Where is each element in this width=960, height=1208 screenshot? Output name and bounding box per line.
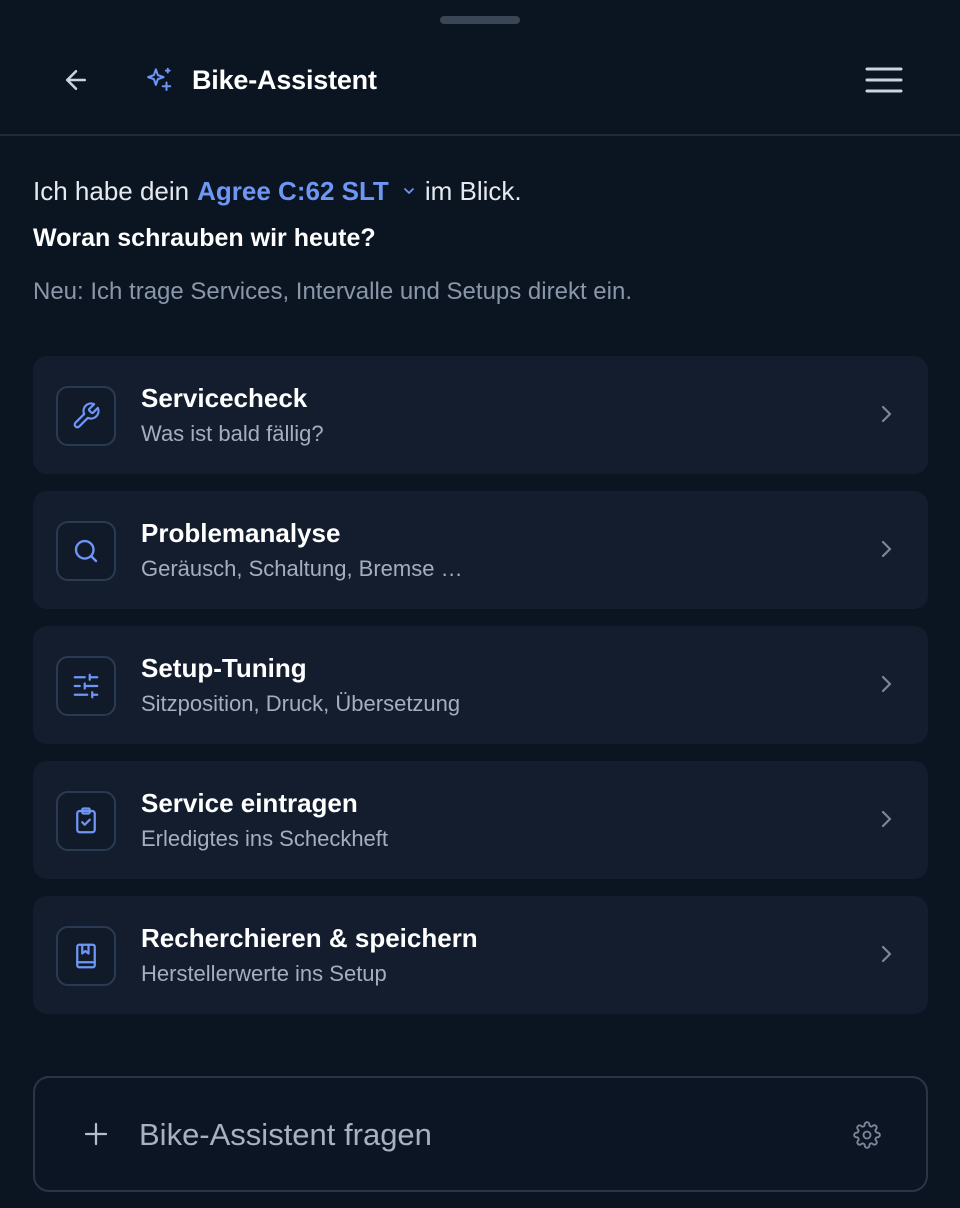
- bookmark-book-icon: [56, 926, 116, 986]
- hamburger-menu-icon: [865, 67, 903, 93]
- chevron-right-icon: [874, 402, 898, 426]
- action-card-problemanalyse[interactable]: Problemanalyse Geräusch, Schaltung, Brem…: [33, 491, 928, 609]
- chevron-right-icon: [874, 942, 898, 966]
- wrench-icon: [56, 386, 116, 446]
- chevron-down-icon: [401, 183, 417, 199]
- card-title: Setup-Tuning: [141, 653, 307, 683]
- page-title: Bike-Assistent: [192, 64, 377, 95]
- card-subtitle: Was ist bald fällig?: [141, 421, 324, 446]
- gear-icon[interactable]: [853, 1121, 881, 1149]
- bike-name: Agree C:62 SLT: [197, 175, 389, 206]
- action-card-list: Servicecheck Was ist bald fällig? Proble…: [33, 356, 928, 1031]
- chat-composer: [33, 1076, 928, 1192]
- sliders-icon: [56, 656, 116, 716]
- chevron-right-icon: [874, 807, 898, 831]
- card-title: Servicecheck: [141, 383, 308, 413]
- arrow-left-icon: [66, 70, 86, 90]
- assistant-sheet: Bike-Assistent Ich habe dein Agree C:62 …: [0, 0, 960, 1208]
- card-title: Problemanalyse: [141, 518, 341, 548]
- prompt-input[interactable]: [139, 1108, 819, 1162]
- intro-suffix: im Blick.: [424, 175, 522, 206]
- intro-line: Ich habe dein Agree C:62 SLT im Blick.: [33, 170, 933, 212]
- card-subtitle: Erledigtes ins Scheckheft: [141, 826, 389, 851]
- intro-hint: Neu: Ich trage Services, Intervalle und …: [33, 278, 632, 305]
- card-title: Service eintragen: [141, 788, 358, 818]
- chevron-right-icon: [874, 537, 898, 561]
- chevron-right-icon: [874, 672, 898, 696]
- action-card-servicecheck[interactable]: Servicecheck Was ist bald fällig?: [33, 356, 928, 474]
- plus-icon[interactable]: [81, 1119, 111, 1149]
- action-card-service-eintragen[interactable]: Service eintragen Erledigtes ins Scheckh…: [33, 761, 928, 879]
- action-card-recherchieren[interactable]: Recherchieren & speichern Herstellerwert…: [33, 896, 928, 1014]
- action-card-setup-tuning[interactable]: Setup-Tuning Sitzposition, Druck, Überse…: [33, 626, 928, 744]
- sparkles-icon: [144, 65, 174, 95]
- intro-question: Woran schrauben wir heute?: [33, 224, 376, 252]
- header-title-group: Bike-Assistent: [144, 60, 377, 100]
- bike-selector[interactable]: Agree C:62 SLT: [197, 176, 417, 207]
- card-subtitle: Herstellerwerte ins Setup: [141, 961, 387, 986]
- intro-section: Ich habe dein Agree C:62 SLT im Blick. W…: [33, 170, 933, 312]
- menu-button[interactable]: [860, 56, 908, 104]
- card-subtitle: Sitzposition, Druck, Übersetzung: [141, 691, 461, 716]
- card-title: Recherchieren & speichern: [141, 923, 478, 953]
- search-icon: [56, 521, 116, 581]
- back-button[interactable]: [52, 56, 100, 104]
- card-subtitle: Geräusch, Schaltung, Bremse …: [141, 556, 463, 581]
- clipboard-check-icon: [56, 791, 116, 851]
- intro-prefix: Ich habe dein: [33, 175, 190, 206]
- header: Bike-Assistent: [0, 0, 960, 136]
